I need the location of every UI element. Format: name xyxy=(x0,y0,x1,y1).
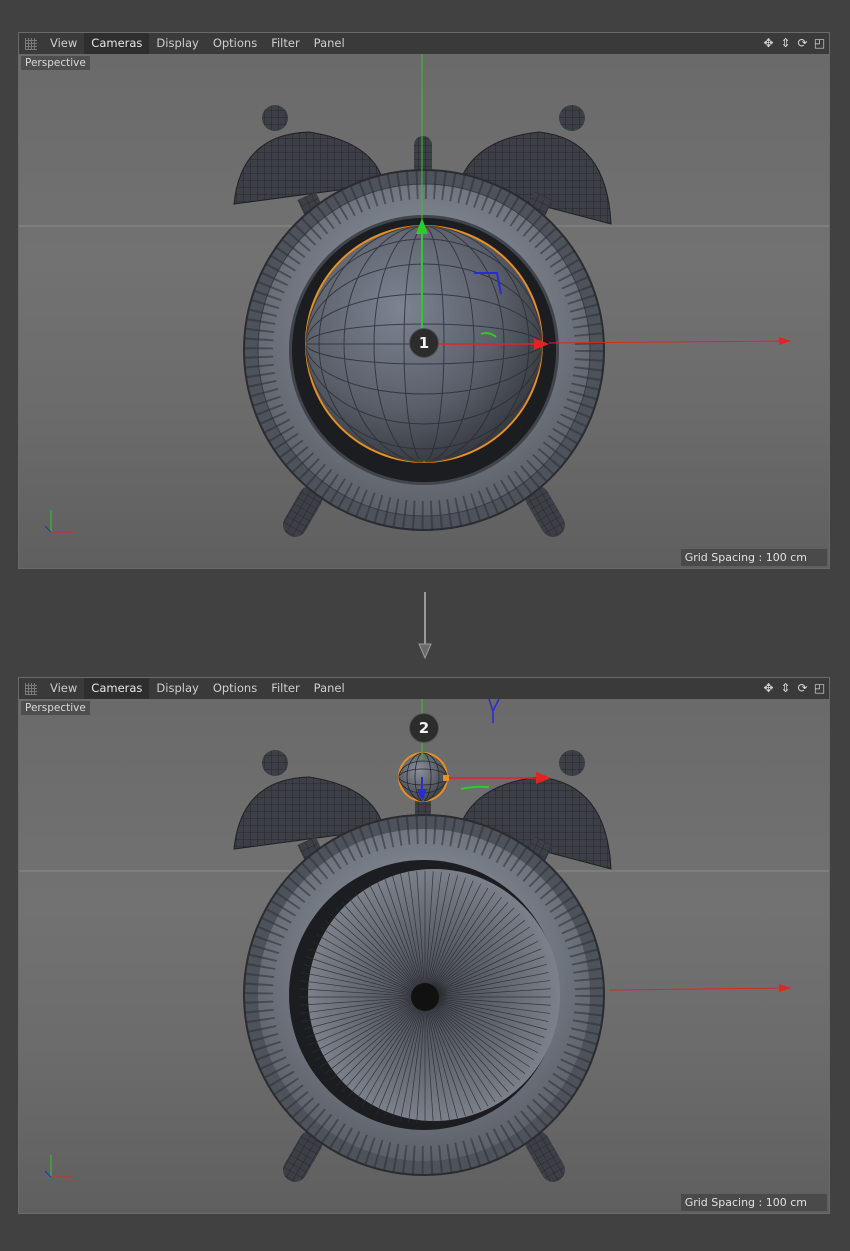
menu-view[interactable]: View xyxy=(43,33,84,54)
menu-filter[interactable]: Filter xyxy=(264,33,306,54)
panel-grip-icon[interactable] xyxy=(25,37,37,50)
grid-spacing-label: Grid Spacing : 100 cm xyxy=(680,549,827,566)
menu-filter[interactable]: Filter xyxy=(264,678,306,699)
viewport-after[interactable]: View Cameras Display Options Filter Pane… xyxy=(18,677,830,1214)
viewport-menubar: View Cameras Display Options Filter Pane… xyxy=(19,33,829,54)
menu-panel[interactable]: Panel xyxy=(307,678,352,699)
menu-view[interactable]: View xyxy=(43,678,84,699)
alarm-clock-render xyxy=(19,54,829,537)
menu-options[interactable]: Options xyxy=(206,678,264,699)
down-arrow-icon xyxy=(418,592,432,660)
alarm-clock-render xyxy=(19,699,829,1182)
menu-cameras[interactable]: Cameras xyxy=(84,678,150,699)
maximize-icon[interactable]: ◰ xyxy=(812,680,827,696)
viewport-nav: ✥ ⇕ ⟳ ◰ xyxy=(761,680,827,696)
rotate-icon[interactable]: ⟳ xyxy=(795,35,810,51)
rotate-icon[interactable]: ⟳ xyxy=(795,680,810,696)
grid-spacing-label: Grid Spacing : 100 cm xyxy=(680,1194,827,1211)
menu-display[interactable]: Display xyxy=(149,33,205,54)
viewport-nav: ✥ ⇕ ⟳ ◰ xyxy=(761,35,827,51)
menu-panel[interactable]: Panel xyxy=(307,33,352,54)
viewport-menubar: View Cameras Display Options Filter Pane… xyxy=(19,678,829,699)
step-badge: 1 xyxy=(409,328,439,358)
viewport-before[interactable]: View Cameras Display Options Filter Pane… xyxy=(18,32,830,569)
maximize-icon[interactable]: ◰ xyxy=(812,35,827,51)
camera-label[interactable]: Perspective xyxy=(21,701,90,715)
camera-label[interactable]: Perspective xyxy=(21,56,90,70)
zoom-icon[interactable]: ⇕ xyxy=(778,35,793,51)
menu-cameras[interactable]: Cameras xyxy=(84,33,150,54)
panel-grip-icon[interactable] xyxy=(25,682,37,695)
zoom-icon[interactable]: ⇕ xyxy=(778,680,793,696)
viewport-scene[interactable]: Perspective Grid Spacing : 100 cm 2 xyxy=(19,699,829,1213)
step-badge: 2 xyxy=(409,713,439,743)
menu-options[interactable]: Options xyxy=(206,33,264,54)
move-icon[interactable]: ✥ xyxy=(761,35,776,51)
menu-display[interactable]: Display xyxy=(149,678,205,699)
move-icon[interactable]: ✥ xyxy=(761,680,776,696)
viewport-scene[interactable]: Perspective Grid Spacing : 100 cm 1 xyxy=(19,54,829,568)
